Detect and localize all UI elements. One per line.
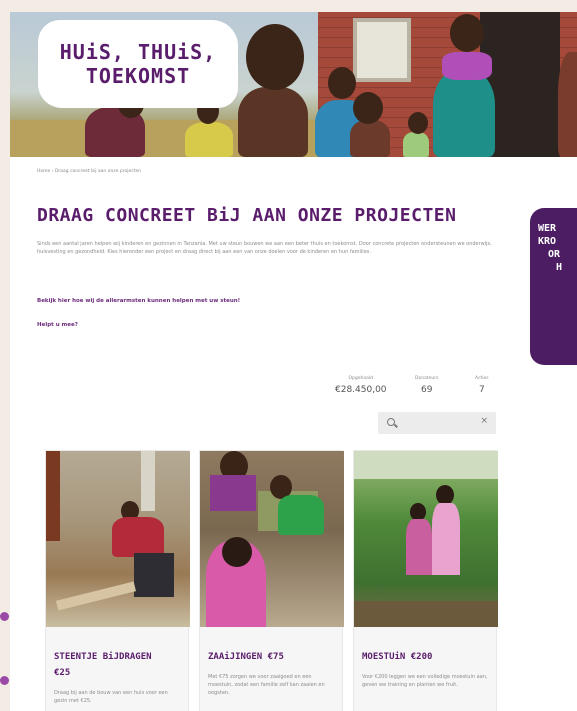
project-photo — [354, 451, 498, 627]
hero-title-line: TOEKOMST — [85, 64, 191, 88]
stat-label: Opgehaald — [348, 376, 374, 381]
project-photo — [200, 451, 344, 627]
decorative-dot — [0, 676, 9, 685]
page-title: DRAAG CONCREET BiJ AAN ONZE PROJECTEN — [37, 205, 457, 226]
stat-actions: Acties 7 — [475, 376, 489, 395]
clear-icon[interactable]: × — [480, 416, 488, 426]
stat-label: Acties — [475, 376, 489, 381]
stat-donors: Donateurs 69 — [415, 376, 438, 395]
project-card-steentje[interactable]: STEENTJE BiJDRAGEN €25 Draag bij aan de … — [45, 450, 190, 711]
card-title: MOESTUiN €200 — [362, 652, 433, 662]
stat-raised: Opgehaald €28.450,00 — [335, 376, 387, 395]
stat-value: €28.450,00 — [335, 385, 387, 395]
hero-title-badge: HUiS, THUiS, TOEKOMST — [38, 20, 238, 108]
help-info-link[interactable]: Bekijk hier hoe wij de allerarmsten kunn… — [37, 298, 240, 304]
card-title: STEENTJE BiJDRAGEN €25 — [54, 652, 152, 678]
card-description: Met €75 zorgen we voor zaaigoed en een m… — [208, 674, 325, 696]
card-description: Voor €200 leggen we een volledige moestu… — [362, 674, 488, 688]
search-icon — [387, 418, 395, 426]
card-title: ZAAiJINGEN €75 — [208, 652, 284, 662]
intro-text: Sinds een aantal jaren helpen wij kinder… — [37, 241, 492, 255]
stat-value: 7 — [478, 385, 485, 395]
side-banner[interactable]: WER KRO OR H — [530, 208, 577, 365]
window — [353, 18, 411, 82]
search-input[interactable]: × — [378, 412, 496, 434]
project-card-zaaiingen[interactable]: ZAAiJINGEN €75 Met €75 zorgen we voor za… — [199, 450, 344, 711]
hero-title-line: HUiS, THUiS, — [59, 40, 217, 64]
stat-value: 69 — [420, 385, 433, 395]
project-photo — [46, 451, 190, 627]
hero-banner: HUiS, THUiS, TOEKOMST — [10, 12, 577, 157]
decorative-dot — [0, 612, 9, 621]
card-description: Draag bij aan de bouw van een huis voor … — [54, 690, 168, 704]
help-more-link[interactable]: Helpt u mee? — [37, 322, 78, 328]
breadcrumb[interactable]: Home › Draag concreet bij aan onze proje… — [37, 169, 141, 174]
page: HUiS, THUiS, TOEKOMST Home › Draag concr… — [10, 12, 577, 711]
stat-label: Donateurs — [415, 376, 439, 381]
project-card-moestuin[interactable]: MOESTUiN €200 Voor €200 leggen we een vo… — [353, 450, 498, 711]
